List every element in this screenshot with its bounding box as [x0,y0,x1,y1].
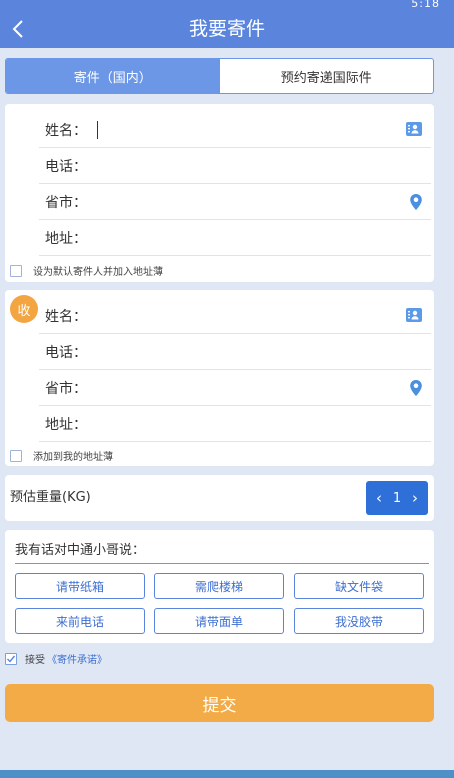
sender-address-field[interactable]: 地址： [39,220,431,256]
receiver-card: 收 姓名： 电话： 省市： 地址： 添加到我的地址薄 [5,290,434,466]
receiver-save-checkbox-row[interactable]: 添加到我的地址薄 [10,448,113,463]
chip-climb-stairs[interactable]: 需爬楼梯 [154,573,284,599]
agreement-text: 接受 [25,655,45,666]
sender-phone-label: 电话： [45,158,87,175]
status-bar: 5:18 [0,0,454,10]
chip-need-envelope[interactable]: 缺文件袋 [294,573,424,599]
receiver-save-label: 添加到我的地址薄 [33,452,113,463]
sender-name-label: 姓名： [45,122,87,139]
tab-bar: 寄件（国内） 预约寄递国际件 [5,58,434,94]
receiver-address-label: 地址： [45,416,87,433]
weight-stepper[interactable]: ‹ 1 › [366,481,428,515]
sender-default-checkbox-row[interactable]: 设为默认寄件人并加入地址薄 [10,263,163,278]
chip-call-before[interactable]: 来前电话 [15,608,145,634]
agreement-row: 接受 《寄件承诺》 [5,651,107,666]
page-title: 我要寄件 [188,18,265,40]
app-header: 我要寄件 [0,10,454,48]
receiver-name-field[interactable]: 姓名： [39,298,431,334]
weight-value: 1 [392,490,402,506]
sender-card: 姓名： 电话： 省市： 地址： 设为默认寄件人并加入地址薄 [5,104,434,282]
check-icon [7,655,16,663]
remarks-title: 我有话对中通小哥说： [15,538,429,564]
receiver-save-checkbox[interactable] [10,449,22,462]
contact-book-icon[interactable] [405,121,423,137]
receiver-phone-field[interactable]: 电话： [39,334,431,370]
chip-bring-waybill[interactable]: 请带面单 [154,608,284,634]
weight-card: 预估重量(KG) ‹ 1 › [5,475,434,521]
chip-no-tape[interactable]: 我没胶带 [294,608,424,634]
receiver-phone-label: 电话： [45,344,87,361]
agreement-checkbox[interactable] [5,652,17,665]
weight-decrease-button[interactable]: ‹ [372,490,386,506]
sender-province-field[interactable]: 省市： [39,184,431,220]
sender-default-checkbox[interactable] [10,264,22,277]
chip-bring-box[interactable]: 请带纸箱 [15,573,145,599]
back-button[interactable] [6,10,30,48]
tab-international[interactable]: 预约寄递国际件 [220,59,434,93]
receiver-province-label: 省市： [45,380,87,397]
location-pin-icon[interactable] [409,379,423,397]
sender-phone-field[interactable]: 电话： [39,148,431,184]
receiver-name-label: 姓名： [45,308,87,325]
sender-province-label: 省市： [45,194,87,211]
agreement-link[interactable]: 《寄件承诺》 [47,651,107,666]
back-arrow-icon [12,20,23,38]
text-cursor [97,120,98,139]
submit-button[interactable]: 提交 [5,684,434,722]
sender-name-field[interactable]: 姓名： [39,112,431,148]
tab-domestic[interactable]: 寄件（国内） [6,59,220,93]
remarks-card: 我有话对中通小哥说： 请带纸箱 需爬楼梯 缺文件袋 来前电话 请带面单 我没胶带 [5,530,434,643]
receiver-badge: 收 [10,295,38,323]
weight-label: 预估重量(KG) [10,490,91,505]
weight-increase-button[interactable]: › [408,490,422,506]
bottom-edge [0,770,454,778]
receiver-province-field[interactable]: 省市： [39,370,431,406]
location-pin-icon[interactable] [409,193,423,211]
contact-book-icon[interactable] [405,307,423,323]
status-time: 5:18 [411,0,440,10]
sender-default-label: 设为默认寄件人并加入地址薄 [33,267,163,278]
sender-address-label: 地址： [45,230,87,247]
receiver-address-field[interactable]: 地址： [39,406,431,442]
